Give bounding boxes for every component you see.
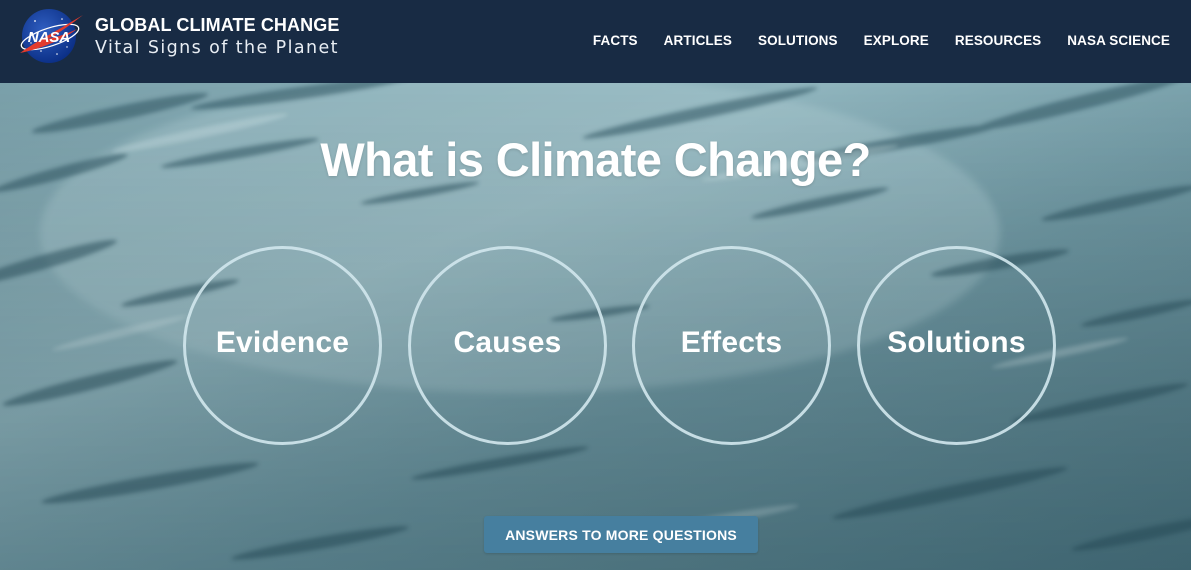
hero-section: What is Climate Change? Evidence Causes …: [0, 83, 1191, 570]
nav-item-nasa-science[interactable]: NASA SCIENCE: [1067, 33, 1170, 48]
site-header: NASA GLOBAL CLIMATE CHANGE Vital Signs o…: [0, 0, 1191, 83]
topic-circle-label: Effects: [680, 325, 783, 359]
nav-item-facts[interactable]: FACTS: [593, 33, 638, 48]
hero-title: What is Climate Change?: [320, 133, 871, 186]
main-nav: FACTS ARTICLES SOLUTIONS EXPLORE RESOURC…: [567, 33, 1170, 48]
svg-text:NASA: NASA: [28, 29, 71, 46]
nav-item-resources[interactable]: RESOURCES: [955, 33, 1041, 48]
topic-circle-evidence[interactable]: Evidence: [183, 246, 382, 445]
topic-circle-causes[interactable]: Causes: [408, 246, 607, 445]
home-logo-link[interactable]: NASA GLOBAL CLIMATE CHANGE Vital Signs o…: [17, 7, 339, 65]
topic-circle-solutions[interactable]: Solutions: [857, 246, 1056, 445]
nav-item-solutions[interactable]: SOLUTIONS: [758, 33, 838, 48]
nav-item-articles[interactable]: ARTICLES: [664, 33, 732, 48]
site-title: GLOBAL CLIMATE CHANGE: [95, 15, 340, 36]
topic-circle-label: Evidence: [215, 325, 350, 359]
topic-circle-label: Solutions: [887, 325, 1026, 359]
topic-circles: Evidence Causes Effects Solutions: [183, 246, 1063, 446]
topic-circle-label: Causes: [453, 325, 562, 359]
page: NASA GLOBAL CLIMATE CHANGE Vital Signs o…: [0, 0, 1191, 570]
answers-to-more-questions-button[interactable]: ANSWERS TO MORE QUESTIONS: [484, 516, 758, 553]
site-subtitle: Vital Signs of the Planet: [95, 38, 339, 59]
nasa-meatball-logo: NASA: [20, 9, 83, 63]
topic-circle-effects[interactable]: Effects: [632, 246, 831, 445]
site-title-block: GLOBAL CLIMATE CHANGE Vital Signs of the…: [95, 14, 339, 58]
nav-item-explore[interactable]: EXPLORE: [864, 33, 929, 48]
